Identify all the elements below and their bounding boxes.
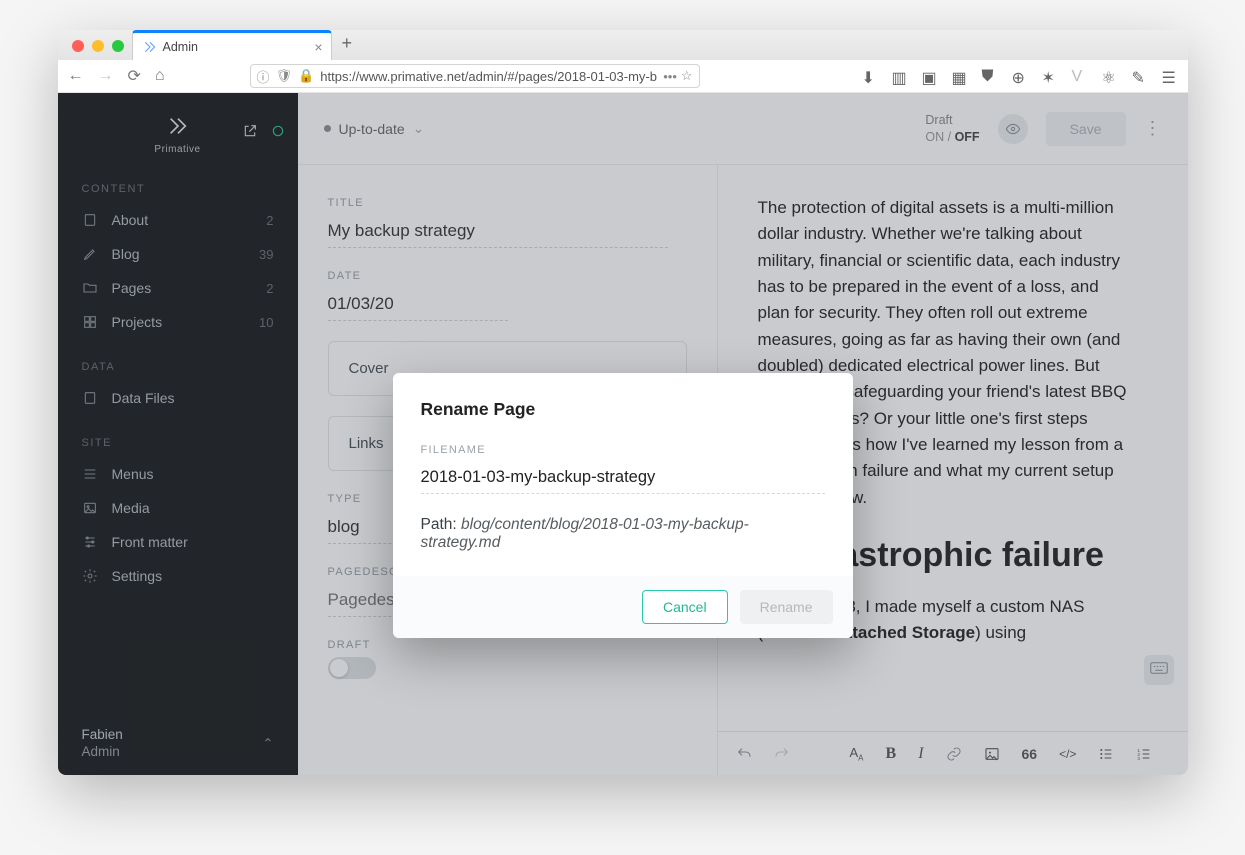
filename-input[interactable] — [421, 462, 825, 494]
reader-icon[interactable]: ••• — [663, 69, 677, 84]
window-controls[interactable] — [68, 40, 132, 60]
rename-modal: Rename Page FILENAME Path: blog/content/… — [393, 373, 853, 638]
forward-button: → — [98, 67, 114, 85]
menu-icon[interactable]: ☰ — [1161, 68, 1177, 84]
lock-icon: 🔒 — [298, 68, 314, 84]
path-display: Path: blog/content/blog/2018-01-03-my-ba… — [421, 516, 825, 552]
library-icon[interactable]: ▥ — [891, 68, 907, 84]
downloads-icon[interactable]: ⬇ — [861, 68, 877, 84]
globe-icon[interactable]: ⊕ — [1011, 68, 1027, 84]
browser-window: Admin × + ← → ⟳ ⌂ ⓘ 🛡 🔒 https://www.prim… — [58, 30, 1188, 775]
home-button[interactable]: ⌂ — [155, 67, 165, 85]
browser-tab[interactable]: Admin × — [132, 30, 332, 60]
new-tab-button[interactable]: + — [332, 30, 363, 60]
browser-extensions: ⬇ ▥ ▣ ▦ ⛊ ⊕ ✶ V ⚛ ✎ ☰ — [861, 68, 1177, 84]
close-window-icon[interactable] — [72, 40, 84, 52]
bookmark-star-icon[interactable]: ☆ — [681, 68, 693, 84]
sidebar-icon[interactable]: ▣ — [921, 68, 937, 84]
favicon-icon — [143, 40, 157, 54]
ublock-icon[interactable]: ⛊ — [981, 68, 997, 84]
minimize-window-icon[interactable] — [92, 40, 104, 52]
tab-bar: Admin × + — [58, 30, 1188, 60]
vue-icon[interactable]: V — [1071, 68, 1087, 84]
url-text: https://www.primative.net/admin/#/pages/… — [320, 69, 657, 84]
qr-icon[interactable]: ▦ — [951, 68, 967, 84]
tab-title: Admin — [163, 40, 198, 54]
filename-label: FILENAME — [421, 444, 825, 456]
modal-footer: Cancel Rename — [393, 576, 853, 638]
ext-icon-2[interactable]: ⚛ — [1101, 68, 1117, 84]
address-bar[interactable]: ⓘ 🛡 🔒 https://www.primative.net/admin/#/… — [250, 64, 700, 88]
info-icon[interactable]: ⓘ — [257, 67, 270, 86]
path-value: blog/content/blog/2018-01-03-my-backup-s… — [421, 516, 749, 551]
app-root: Primative CONTENT About 2 Blog 39 P — [58, 93, 1188, 775]
browser-chrome: Admin × + ← → ⟳ ⌂ ⓘ 🛡 🔒 https://www.prim… — [58, 30, 1188, 93]
rename-button[interactable]: Rename — [740, 590, 833, 624]
maximize-window-icon[interactable] — [112, 40, 124, 52]
url-bar: ← → ⟳ ⌂ ⓘ 🛡 🔒 https://www.primative.net/… — [58, 60, 1188, 92]
cancel-button[interactable]: Cancel — [642, 590, 728, 624]
shield-icon[interactable]: 🛡 — [276, 68, 293, 84]
reload-button[interactable]: ⟳ — [128, 66, 141, 86]
modal-title: Rename Page — [421, 399, 825, 420]
back-button[interactable]: ← — [68, 67, 84, 85]
close-tab-icon[interactable]: × — [314, 39, 322, 55]
ext-icon-3[interactable]: ✎ — [1131, 68, 1147, 84]
path-prefix: Path: — [421, 516, 462, 533]
ext-icon-1[interactable]: ✶ — [1041, 68, 1057, 84]
